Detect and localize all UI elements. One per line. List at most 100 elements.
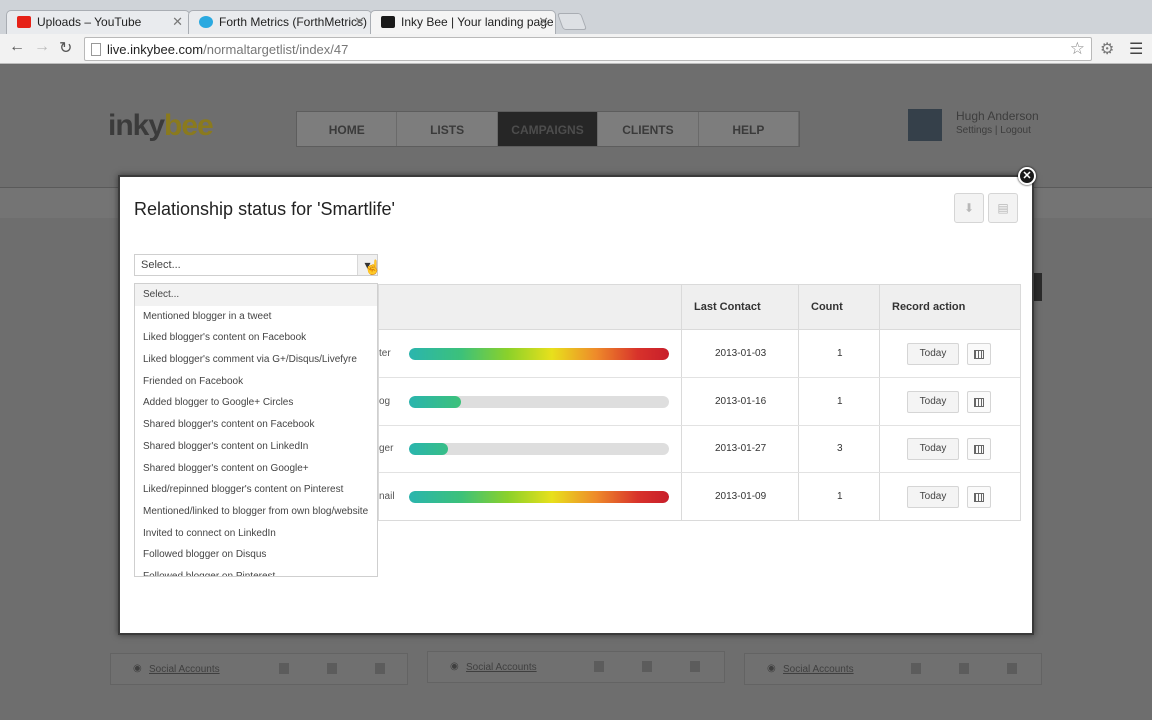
social-accounts-link[interactable]: Social Accounts bbox=[783, 664, 854, 675]
dropdown-option[interactable]: Friended on Facebook bbox=[135, 371, 377, 393]
print-icon[interactable]: ▤ bbox=[988, 193, 1018, 223]
column-header-count: Count bbox=[799, 285, 880, 330]
table-header-blank bbox=[379, 285, 682, 330]
row-label: ger bbox=[379, 443, 394, 454]
nav-lists[interactable]: LISTS bbox=[397, 112, 498, 146]
dropdown-option[interactable]: Liked/repinned blogger's content on Pint… bbox=[135, 479, 377, 501]
today-button[interactable]: Today bbox=[907, 343, 959, 365]
today-button[interactable]: Today bbox=[907, 438, 959, 460]
url-path: /normaltargetlist/index/47 bbox=[203, 42, 349, 57]
nav-home[interactable]: HOME bbox=[297, 112, 398, 146]
calendar-icon[interactable] bbox=[967, 391, 991, 413]
calendar-icon[interactable] bbox=[967, 438, 991, 460]
forward-icon[interactable]: → bbox=[34, 38, 50, 56]
export-icon[interactable] bbox=[1007, 663, 1017, 674]
menu-icon[interactable]: ☰ bbox=[1129, 39, 1143, 59]
edit-icon[interactable] bbox=[594, 661, 604, 672]
progress-fill bbox=[409, 443, 448, 455]
row-label: nail bbox=[379, 491, 395, 502]
user-name: Hugh Anderson bbox=[956, 109, 1039, 123]
tab-youtube[interactable]: Uploads – YouTube ✕ bbox=[6, 10, 190, 34]
inkybee-logo: inkybee bbox=[108, 109, 214, 142]
youtube-icon bbox=[17, 16, 31, 28]
progress-fill bbox=[409, 491, 669, 503]
row-label: ter bbox=[379, 348, 391, 359]
tab-label: Uploads – YouTube bbox=[37, 15, 142, 29]
dropdown-option[interactable]: Liked blogger's comment via G+/Disqus/Li… bbox=[135, 349, 377, 371]
hand-cursor-icon: ☝ bbox=[364, 259, 382, 275]
side-handle bbox=[1034, 273, 1042, 301]
select-value: Select... bbox=[141, 259, 181, 271]
delete-icon[interactable] bbox=[959, 663, 969, 674]
dropdown-option[interactable]: Liked blogger's content on Facebook bbox=[135, 327, 377, 349]
nav-campaigns[interactable]: CAMPAIGNS bbox=[497, 112, 599, 146]
last-contact-date: 2013-01-27 bbox=[715, 443, 767, 454]
back-icon[interactable]: ← bbox=[9, 38, 25, 56]
url-host: live.inkybee.com bbox=[107, 42, 204, 57]
relationship-progress-bar bbox=[409, 443, 669, 455]
user-links[interactable]: Settings | Logout bbox=[956, 125, 1031, 136]
nav-help[interactable]: HELP bbox=[699, 112, 800, 146]
export-icon[interactable] bbox=[690, 661, 700, 672]
dropdown-option[interactable]: Invited to connect on LinkedIn bbox=[135, 523, 377, 545]
dropdown-option[interactable]: Shared blogger's content on Google+ bbox=[135, 458, 377, 480]
bookmark-star-icon[interactable]: ☆ bbox=[1070, 39, 1085, 59]
calendar-icon[interactable] bbox=[967, 486, 991, 508]
today-button[interactable]: Today bbox=[907, 486, 959, 508]
avatar[interactable] bbox=[908, 109, 942, 141]
contact-count: 1 bbox=[837, 348, 843, 359]
card-footer: ◉ Social Accounts bbox=[110, 653, 408, 685]
social-accounts-link[interactable]: Social Accounts bbox=[149, 664, 220, 675]
address-bar[interactable]: live.inkybee.com/normaltargetlist/index/… bbox=[84, 37, 1092, 61]
dropdown-option[interactable]: Select... bbox=[135, 284, 377, 306]
dropdown-option[interactable]: Followed blogger on Disqus bbox=[135, 544, 377, 566]
modal-close-button[interactable]: ✕ bbox=[1018, 167, 1036, 185]
dropdown-option[interactable]: Added blogger to Google+ Circles bbox=[135, 392, 377, 414]
dropdown-option[interactable]: Mentioned blogger in a tweet bbox=[135, 306, 377, 328]
settings-gear-icon[interactable]: ⚙ bbox=[1100, 39, 1114, 59]
calendar-icon[interactable] bbox=[967, 343, 991, 365]
eye-icon: ◉ bbox=[767, 663, 776, 674]
dropdown-option[interactable]: Shared blogger's content on LinkedIn bbox=[135, 436, 377, 458]
action-select[interactable]: Select... ▾ bbox=[134, 254, 378, 276]
contact-count: 1 bbox=[837, 491, 843, 502]
delete-icon[interactable] bbox=[327, 663, 337, 674]
dropdown-option[interactable]: Mentioned/linked to blogger from own blo… bbox=[135, 501, 377, 523]
action-dropdown-list: Select... Mentioned blogger in a tweet L… bbox=[134, 283, 378, 577]
edit-icon[interactable] bbox=[911, 663, 921, 674]
card-footer: ◉ Social Accounts bbox=[427, 651, 725, 683]
close-icon[interactable]: ✕ bbox=[172, 14, 183, 30]
relationship-progress-bar bbox=[409, 396, 669, 408]
reload-icon[interactable]: ↻ bbox=[59, 38, 72, 58]
eye-icon: ◉ bbox=[133, 663, 142, 674]
dropdown-option[interactable]: Followed blogger on Pinterest bbox=[135, 566, 377, 576]
dropdown-option[interactable]: Shared blogger's content on Facebook bbox=[135, 414, 377, 436]
today-button[interactable]: Today bbox=[907, 391, 959, 413]
close-icon[interactable]: ✕ bbox=[354, 14, 365, 30]
social-accounts-link[interactable]: Social Accounts bbox=[466, 662, 537, 673]
relationship-progress-bar bbox=[409, 348, 669, 360]
tab-inkybee[interactable]: Inky Bee | Your landing page ✕ bbox=[370, 10, 556, 34]
browser-tab-bar: Uploads – YouTube ✕ Forth Metrics (Forth… bbox=[0, 0, 1152, 34]
delete-icon[interactable] bbox=[642, 661, 652, 672]
relationship-modal: Relationship status for 'Smartlife' ⬇ ▤ … bbox=[118, 175, 1034, 635]
row-label: og bbox=[379, 396, 391, 407]
page-icon bbox=[91, 43, 101, 56]
table-row: ter 2013-01-03 1 Today bbox=[379, 331, 1020, 378]
modal-title: Relationship status for 'Smartlife' bbox=[134, 199, 395, 219]
twitter-icon bbox=[199, 16, 213, 28]
contact-count: 1 bbox=[837, 396, 843, 407]
relationship-progress-bar bbox=[409, 491, 669, 503]
inkybee-favicon-icon bbox=[381, 16, 395, 28]
progress-fill bbox=[409, 396, 461, 408]
nav-clients[interactable]: CLIENTS bbox=[598, 112, 699, 146]
column-header-last-contact: Last Contact bbox=[682, 285, 799, 330]
tab-twitter[interactable]: Forth Metrics (ForthMetrics) ✕ bbox=[188, 10, 372, 34]
new-tab-button[interactable] bbox=[556, 13, 588, 30]
download-icon[interactable]: ⬇ bbox=[954, 193, 984, 223]
column-header-record-action: Record action bbox=[880, 285, 1020, 330]
last-contact-date: 2013-01-16 bbox=[715, 396, 767, 407]
export-icon[interactable] bbox=[375, 663, 385, 674]
close-icon[interactable]: ✕ bbox=[538, 14, 549, 30]
edit-icon[interactable] bbox=[279, 663, 289, 674]
